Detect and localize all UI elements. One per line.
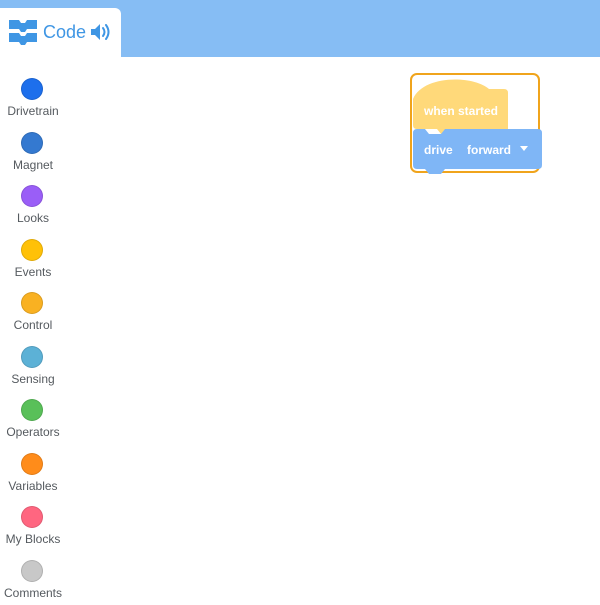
category-control-dot-icon (21, 292, 43, 314)
block-script[interactable]: when started drive forward (413, 77, 542, 175)
category-my-blocks-label: My Blocks (5, 532, 61, 546)
category-looks-dot-icon (21, 185, 43, 207)
category-drivetrain-dot-icon (21, 78, 43, 100)
category-looks[interactable]: Looks (0, 174, 66, 226)
category-events[interactable]: Events (0, 228, 66, 280)
category-looks-label: Looks (16, 211, 50, 225)
vexcode-app: Code Drivetrain Magnet Looks Events Control S… (0, 0, 600, 605)
category-magnet[interactable]: Magnet (0, 121, 66, 173)
category-drivetrain[interactable]: Drivetrain (0, 67, 66, 119)
category-sidebar: Drivetrain Magnet Looks Events Control Sensin… (0, 57, 66, 605)
category-sensing[interactable]: Sensing (0, 335, 66, 387)
category-variables[interactable]: Variables (0, 442, 66, 494)
category-control[interactable]: Control (0, 281, 66, 333)
category-operators-dot-icon (21, 399, 43, 421)
category-comments-label: Comments (3, 585, 62, 600)
category-events-dot-icon (21, 238, 43, 261)
category-magnet-dot-icon (21, 131, 43, 154)
category-comments[interactable]: Comments (0, 549, 66, 601)
category-drivetrain-label: Drivetrain (7, 104, 59, 118)
category-my-blocks[interactable]: My Blocks (0, 495, 66, 547)
category-operators[interactable]: Operators (0, 388, 66, 440)
category-variables-dot-icon (21, 452, 43, 475)
drive-label: drive (424, 143, 453, 157)
category-comments-dot-icon (21, 559, 43, 582)
tab-code-label: Code (43, 22, 87, 42)
category-my-blocks-dot-icon (21, 506, 43, 528)
when-started-label: when started (423, 104, 498, 118)
category-operators-label: Operators (6, 425, 60, 439)
tab-code[interactable]: Code (0, 8, 121, 57)
category-sensing-dot-icon (21, 345, 43, 368)
category-sensing-label: Sensing (11, 371, 55, 386)
category-variables-label: Variables (8, 478, 58, 493)
speaker-icon[interactable] (89, 21, 111, 43)
category-events-label: Events (14, 264, 52, 279)
category-control-label: Control (13, 318, 53, 332)
code-blocks-icon (9, 20, 37, 45)
direction-dropdown-value: forward (467, 143, 511, 157)
category-magnet-label: Magnet (12, 157, 54, 172)
